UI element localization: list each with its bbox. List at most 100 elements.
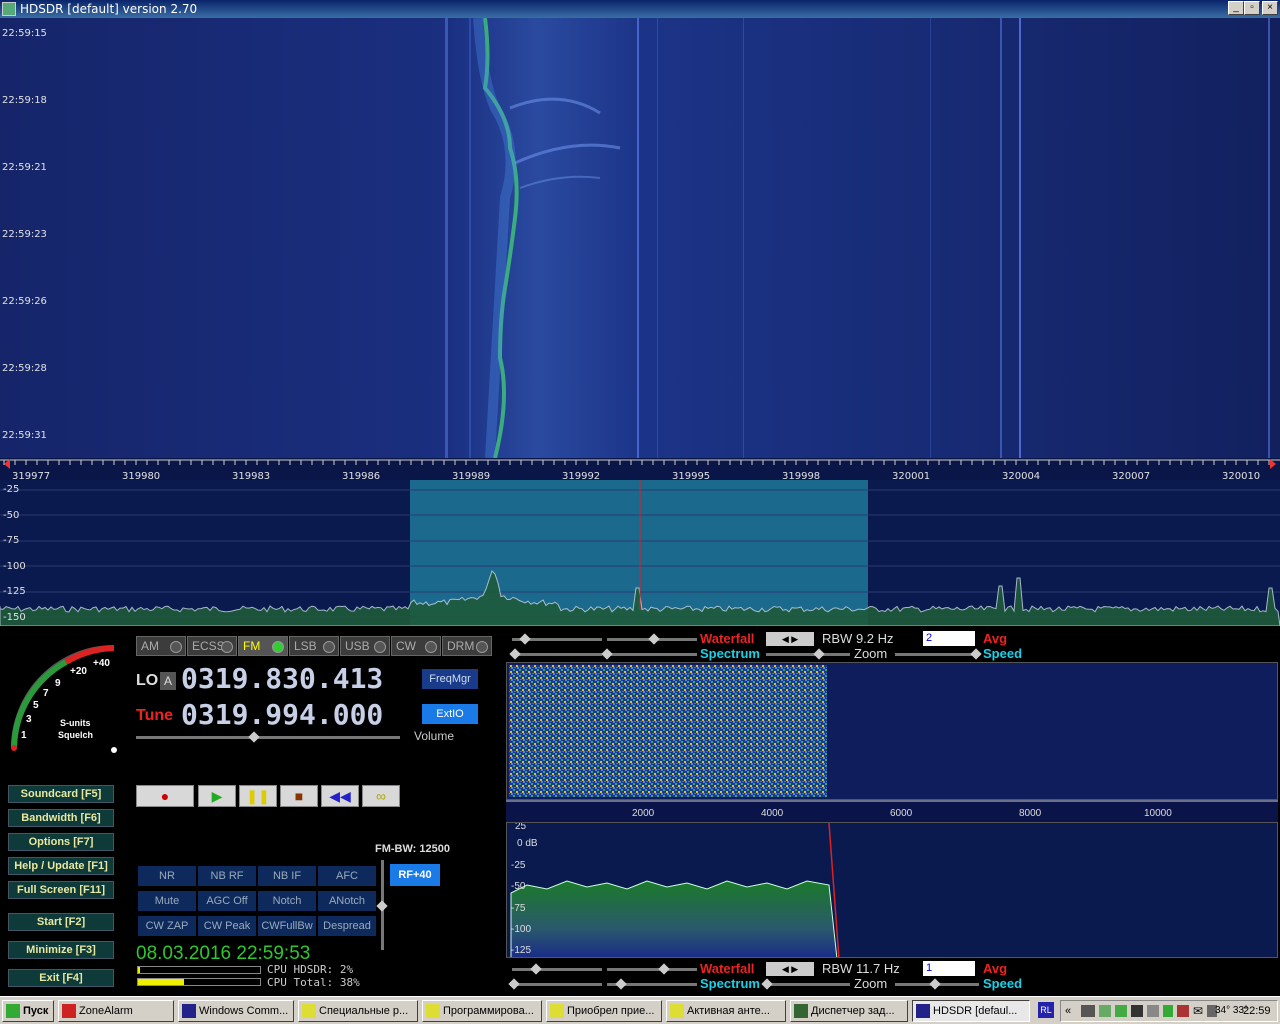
exit-button[interactable]: Exit [F4] — [8, 969, 114, 987]
agc-off-button[interactable]: AGC Off — [198, 891, 256, 911]
play-icon[interactable]: ▶ — [198, 785, 236, 807]
avg-select[interactable]: 2 — [923, 631, 975, 646]
mode-lsb[interactable]: LSB — [289, 636, 339, 656]
stop-icon[interactable]: ■ — [280, 785, 318, 807]
notch-button[interactable]: Notch — [258, 891, 316, 911]
waterfall-display[interactable]: 22:59:15 22:59:18 22:59:21 22:59:23 22:5… — [0, 18, 1280, 458]
af-waterfall-graphic — [509, 665, 827, 797]
spectrum-label-2: Spectrum — [700, 976, 760, 991]
squelch-handle — [111, 747, 117, 753]
anotch-button[interactable]: ANotch — [318, 891, 376, 911]
waterfall-brightness-slider-2[interactable] — [607, 968, 697, 971]
speed-slider[interactable] — [895, 653, 979, 656]
smeter-label: +40 — [93, 658, 110, 669]
lo-tag[interactable]: A — [160, 672, 176, 690]
waterfall-time: 22:59:31 — [2, 430, 47, 441]
task-manager[interactable]: Диспетчер зад... — [790, 1000, 908, 1022]
extio-button[interactable]: ExtIO — [422, 704, 478, 724]
spectrum-slider-2[interactable] — [607, 653, 697, 656]
zoom-slider[interactable] — [766, 653, 850, 656]
task-zonealarm[interactable]: ZoneAlarm — [58, 1000, 174, 1022]
cw-zap-button[interactable]: CW ZAP — [138, 916, 196, 936]
arrows-icon[interactable]: ◀ ▶ — [766, 632, 814, 646]
browser-icon — [670, 1004, 684, 1018]
db-label: -25 — [3, 484, 20, 495]
bandwidth-button[interactable]: Bandwidth [F6] — [8, 809, 114, 827]
mode-usb[interactable]: USB — [340, 636, 390, 656]
taskbar: Пуск ZoneAlarm Windows Comm... Специальн… — [0, 996, 1280, 1024]
waterfall-contrast-slider-2[interactable] — [512, 968, 602, 971]
rf-spectrum[interactable]: -25 -50 -75 -100 -125 -150 — [0, 480, 1280, 626]
lo-label: LO — [136, 672, 159, 689]
frequency-axis[interactable]: 319977 319980 319983 319986 319989 31999… — [0, 458, 1280, 482]
nr-button[interactable]: NR — [138, 866, 196, 886]
lo-frequency[interactable]: 0319.830.413 — [181, 662, 383, 695]
task-label: Активная анте... — [687, 1005, 770, 1017]
mode-label: LSB — [294, 639, 317, 653]
loop-icon[interactable]: ∞ — [362, 785, 400, 807]
mode-fm[interactable]: FM — [238, 636, 288, 656]
despread-button[interactable]: Despread — [318, 916, 376, 936]
start-menu-button[interactable]: Пуск — [2, 1000, 54, 1022]
mode-ecss[interactable]: ECSS — [187, 636, 237, 656]
soundcard-button[interactable]: Soundcard [F5] — [8, 785, 114, 803]
afc-button[interactable]: AFC — [318, 866, 376, 886]
task-browser-3[interactable]: Приобрел прие... — [546, 1000, 662, 1022]
clock[interactable]: 22:59 — [1243, 1005, 1271, 1017]
signal-icon[interactable] — [1115, 1005, 1127, 1017]
tray-app-icon[interactable] — [1177, 1005, 1189, 1017]
monitor-icon[interactable] — [1131, 1005, 1143, 1017]
rf-gain-button[interactable]: RF+40 — [390, 864, 440, 886]
printer-icon[interactable] — [1147, 1005, 1159, 1017]
zoom-slider-2[interactable] — [766, 983, 850, 986]
cw-peak-button[interactable]: CW Peak — [198, 916, 256, 936]
cwfullbw-button[interactable]: CWFullBw — [258, 916, 316, 936]
task-label: Диспетчер зад... — [811, 1005, 895, 1017]
camera-icon[interactable] — [1081, 1005, 1095, 1017]
task-browser-2[interactable]: Программирова... — [422, 1000, 542, 1022]
spectrum-slider-3[interactable] — [512, 983, 602, 986]
help-update-button[interactable]: Help / Update [F1] — [8, 857, 114, 875]
nb-if-button[interactable]: NB IF — [258, 866, 316, 886]
mode-drm[interactable]: DRM — [442, 636, 492, 656]
avg-select-2[interactable]: 1 — [923, 961, 975, 976]
freqmgr-button[interactable]: FreqMgr — [422, 669, 478, 689]
task-label: Специальные р... — [319, 1005, 409, 1017]
smeter-caption: Squelch — [58, 730, 94, 740]
network-icon[interactable] — [1099, 1005, 1111, 1017]
mail-icon[interactable]: ✉ — [1193, 1004, 1203, 1018]
spectrum-slider[interactable] — [512, 653, 602, 656]
record-icon[interactable]: ● — [136, 785, 194, 807]
full-screen-button[interactable]: Full Screen [F11] — [8, 881, 114, 899]
led-icon — [323, 641, 335, 653]
rewind-icon[interactable]: ◀◀ — [321, 785, 359, 807]
minimize-icon[interactable]: _ — [1228, 1, 1244, 15]
mode-label: DRM — [447, 639, 475, 653]
nb-rf-button[interactable]: NB RF — [198, 866, 256, 886]
af-waterfall[interactable] — [506, 662, 1278, 800]
db-label: -125 — [3, 586, 26, 597]
pause-icon[interactable]: ❚❚ — [239, 785, 277, 807]
mode-am[interactable]: AM — [136, 636, 186, 656]
mode-cw[interactable]: CW — [391, 636, 441, 656]
maximize-icon[interactable]: ▫ — [1244, 1, 1260, 15]
minimize-button[interactable]: Minimize [F3] — [8, 941, 114, 959]
options-button[interactable]: Options [F7] — [8, 833, 114, 851]
task-hdsdr[interactable]: HDSDR [defaul... — [912, 1000, 1030, 1022]
start-label: Пуск — [23, 1005, 49, 1017]
af-spectrum[interactable]: 25 0 dB -25 -50 -75 -100 -125 — [506, 822, 1278, 958]
af-db-label: 0 dB — [517, 838, 538, 849]
task-browser-4[interactable]: Активная анте... — [666, 1000, 786, 1022]
task-windows-commander[interactable]: Windows Comm... — [178, 1000, 294, 1022]
volume-slider[interactable] — [136, 736, 400, 739]
led-icon — [221, 641, 233, 653]
start-button[interactable]: Start [F2] — [8, 913, 114, 931]
close-icon[interactable]: × — [1262, 1, 1278, 15]
language-indicator[interactable]: RL — [1038, 1002, 1054, 1018]
tune-frequency[interactable]: 0319.994.000 — [181, 698, 383, 731]
tray-expand-icon[interactable]: « — [1065, 1005, 1071, 1017]
arrows-icon[interactable]: ◀ ▶ — [766, 962, 814, 976]
gauge-icon[interactable] — [1163, 1005, 1173, 1017]
task-browser-1[interactable]: Специальные р... — [298, 1000, 418, 1022]
mute-button[interactable]: Mute — [138, 891, 196, 911]
